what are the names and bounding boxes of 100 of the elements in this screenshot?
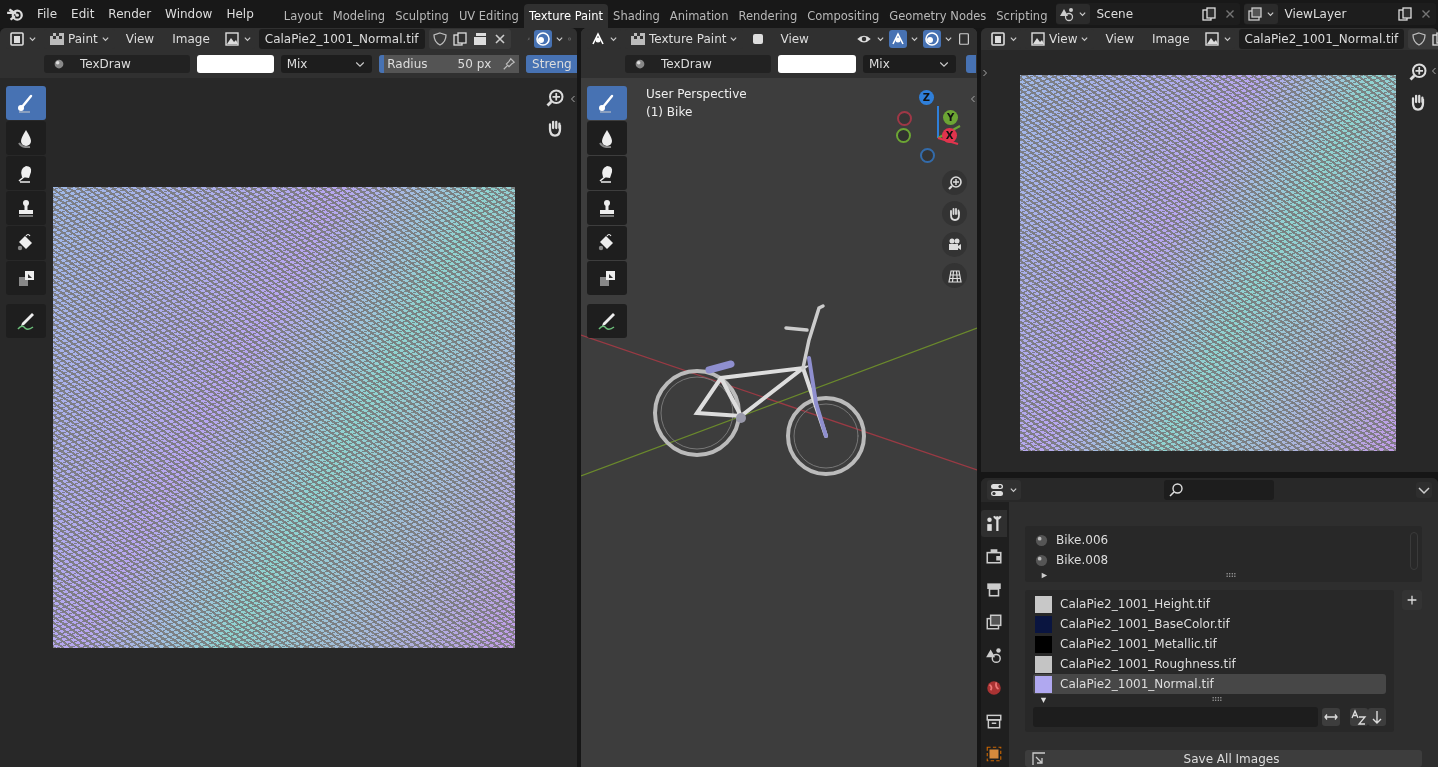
hand-button[interactable]	[942, 201, 967, 226]
workspace-tab[interactable]: Scripting	[991, 4, 1053, 28]
texture-list-item[interactable]: CalaPie2_1001_Normal.tif	[1033, 674, 1386, 694]
color-swatch[interactable]	[197, 55, 274, 73]
smear-tool-button[interactable]	[587, 156, 627, 190]
texture-list-item[interactable]: CalaPie2_1001_BaseColor.tif	[1033, 614, 1386, 634]
slider-edge[interactable]	[966, 55, 976, 73]
paint-bucket-tool-button[interactable]	[587, 226, 627, 260]
strength-slider[interactable]: Streng	[526, 55, 577, 73]
negative-axis-ball[interactable]	[896, 128, 911, 143]
blend-mode-dropdown[interactable]: Mix	[280, 55, 373, 73]
sort-down-icon[interactable]	[1368, 708, 1386, 726]
menu-item[interactable]: Image	[165, 32, 217, 46]
brush-tool-button[interactable]	[6, 86, 46, 120]
menu-item[interactable]: View	[773, 32, 816, 46]
workspace-tab[interactable]: Sculpting	[390, 4, 454, 28]
zoom-button[interactable]	[942, 170, 967, 195]
zoom-icon[interactable]	[545, 88, 565, 108]
squares-icon	[16, 268, 36, 288]
stamp-tool-button[interactable]	[6, 191, 46, 225]
menu-item[interactable]: Window	[158, 7, 220, 21]
grid-view-button[interactable]	[942, 263, 967, 288]
drop-tool-button[interactable]	[587, 121, 627, 155]
resize-grip-icon[interactable]	[1211, 696, 1223, 702]
editor-type-button[interactable]	[987, 480, 1021, 500]
caret-icon	[609, 35, 618, 43]
zoom-icon[interactable]	[1408, 62, 1428, 82]
selector-button[interactable]	[1244, 4, 1279, 24]
workspace-tab[interactable]: Layout	[278, 4, 328, 28]
caret-icon[interactable]	[910, 35, 919, 43]
pressure-button[interactable]	[499, 55, 520, 73]
workspace-tab[interactable]: Animation	[664, 4, 734, 28]
smear-tool-button[interactable]	[6, 156, 46, 190]
camera-view-button[interactable]	[942, 232, 967, 257]
selector-button[interactable]	[1056, 4, 1091, 24]
texture-list-item[interactable]: CalaPie2_1001_Metallic.tif	[1033, 634, 1386, 654]
workspace-tab[interactable]: UV Editing	[453, 4, 524, 28]
resize-grip-icon[interactable]	[1225, 572, 1237, 578]
menu-item[interactable]: View	[118, 32, 162, 46]
axis-ball[interactable]: Z	[919, 90, 934, 105]
sort-alphabetical-icon[interactable]	[1350, 708, 1368, 726]
texture-list-item[interactable]: CalaPie2_1001_Height.tif	[1033, 594, 1386, 614]
workspace-tab[interactable]: Shading	[608, 4, 665, 28]
overlay-icon[interactable]	[534, 30, 552, 48]
overlay-icon[interactable]	[923, 30, 941, 48]
image-name-field[interactable]: CalaPie2_1001_Normal.tif	[258, 29, 425, 49]
workspace-tab[interactable]: Rendering	[733, 4, 803, 28]
gizmo-icon[interactable]	[889, 30, 907, 48]
caret-icon	[729, 35, 739, 43]
material-list-item[interactable]: Bike.006	[1033, 530, 1414, 550]
menu-item[interactable]: Image	[1144, 32, 1197, 46]
axis-ball[interactable]: X	[942, 128, 957, 143]
menu-item[interactable]: View	[1098, 32, 1141, 46]
paint-bucket-tool-button[interactable]	[6, 226, 46, 260]
add-button[interactable]	[1402, 590, 1422, 610]
expand-triangle-icon[interactable]	[1039, 570, 1048, 580]
menu-item[interactable]: Render	[101, 7, 159, 21]
squares-tool-button[interactable]	[587, 261, 627, 295]
texture-list-item[interactable]: CalaPie2_1001_Roughness.tif	[1033, 654, 1386, 674]
caret-icon[interactable]	[876, 35, 885, 43]
color-swatch[interactable]	[778, 55, 856, 73]
brush-preview-icon[interactable]	[633, 57, 647, 71]
brush-preview-icon[interactable]	[52, 57, 66, 71]
menu-item[interactable]: Help	[219, 7, 261, 21]
workspace-tab[interactable]: Texture Paint	[523, 4, 609, 28]
image-name-field[interactable]: CalaPie2_1001_Normal.tif	[1238, 29, 1405, 49]
blend-mode-dropdown[interactable]: Mix	[863, 55, 956, 73]
axis-ball[interactable]: Y	[943, 110, 958, 125]
squares-tool-button[interactable]	[6, 261, 46, 295]
material-list-item[interactable]: Bike.008	[1033, 550, 1414, 570]
workspace-tab[interactable]: Geometry Nodes	[884, 4, 992, 28]
workspace-tab[interactable]: Modeling	[327, 4, 391, 28]
printer-icon	[985, 580, 1003, 599]
collapse-icon[interactable]	[570, 94, 576, 104]
pencil-tool-button[interactable]	[6, 304, 46, 338]
pencil-tool-button[interactable]	[587, 304, 627, 338]
workspace-tab[interactable]: Compositing	[802, 4, 885, 28]
expand-icon[interactable]	[982, 68, 988, 78]
menu-item[interactable]: File	[30, 7, 65, 21]
drop-tool-button[interactable]	[6, 121, 46, 155]
save-all-images-button[interactable]: Save All Images	[1025, 750, 1422, 767]
stamp-tool-button[interactable]	[587, 191, 627, 225]
shield-icon[interactable]	[431, 31, 448, 47]
brush-tool-button[interactable]	[587, 86, 627, 120]
tool-tab[interactable]	[981, 510, 1007, 537]
radius-slider[interactable]: Radius 50 px	[379, 55, 500, 73]
checker-icon	[630, 31, 646, 47]
copy-icon[interactable]	[1201, 6, 1218, 22]
collapse-icon[interactable]	[1431, 66, 1437, 76]
menu-item[interactable]: Edit	[64, 7, 102, 21]
swap-icon[interactable]	[1322, 708, 1340, 726]
copy-icon[interactable]	[1397, 6, 1414, 22]
duplicate-icon[interactable]	[471, 31, 488, 47]
copy-icon[interactable]	[451, 31, 468, 47]
slider-label: Radius	[387, 57, 428, 71]
shield-icon[interactable]	[1411, 31, 1428, 47]
search-field[interactable]	[1163, 480, 1274, 500]
chevron-icon[interactable]	[1416, 482, 1432, 498]
caret-icon[interactable]	[555, 35, 564, 43]
caret-icon[interactable]	[944, 35, 953, 43]
